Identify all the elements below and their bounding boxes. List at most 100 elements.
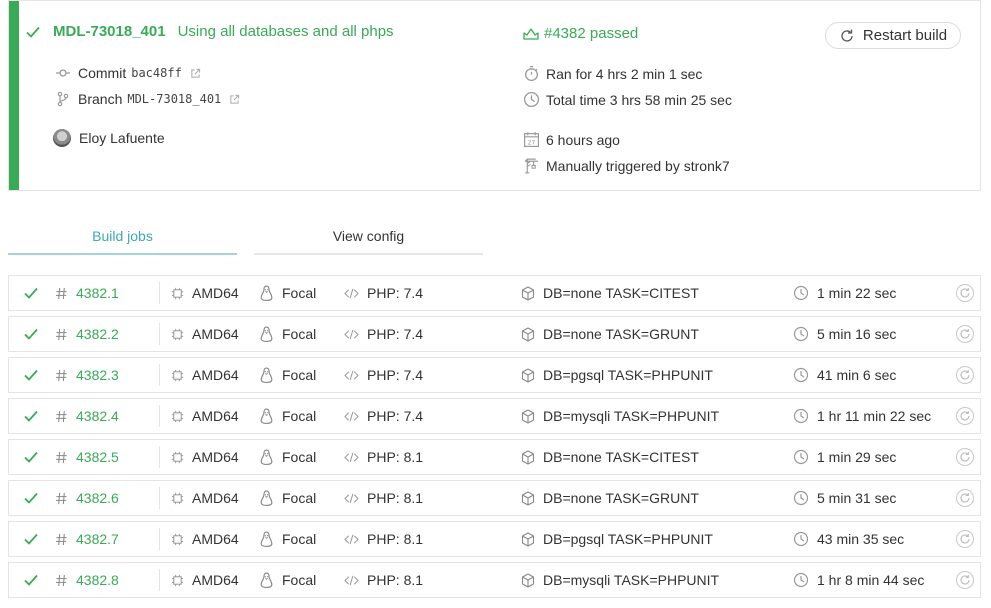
- tab-build-jobs[interactable]: Build jobs: [8, 226, 237, 255]
- job-env: DB=none TASK=CITEST: [521, 276, 699, 310]
- external-link-icon[interactable]: [229, 94, 240, 105]
- job-row[interactable]: 4382.1 AMD64 Focal PHP: 7.4 DB=none TASK…: [8, 275, 981, 311]
- cpu-icon: [171, 574, 184, 587]
- job-row[interactable]: 4382.3 AMD64 Focal PHP: 7.4 DB=pgsql TAS…: [8, 357, 981, 393]
- check-icon: [23, 317, 39, 351]
- job-duration-text: 43 min 35 sec: [817, 531, 905, 547]
- job-os: Focal: [259, 399, 316, 433]
- tab-view-config[interactable]: View config: [254, 226, 483, 255]
- clock-icon: [793, 408, 809, 424]
- restart-job-icon[interactable]: [955, 522, 975, 556]
- job-number[interactable]: 4382.3: [55, 358, 119, 392]
- check-icon: [23, 276, 39, 310]
- column-divider: [159, 364, 160, 386]
- commit-message-link[interactable]: Using all databases and all phps: [178, 23, 394, 40]
- job-language-text: PHP: 7.4: [367, 326, 424, 342]
- build-status-link[interactable]: #4382 passed: [544, 25, 638, 42]
- check-icon: [23, 399, 39, 433]
- linux-tux-icon: [259, 284, 274, 302]
- job-language: PHP: 8.1: [344, 563, 423, 597]
- linux-tux-icon: [259, 325, 274, 343]
- total-time-row: Total time 3 hrs 58 min 25 sec: [523, 91, 732, 108]
- cpu-icon: [171, 328, 184, 341]
- job-os-text: Focal: [282, 285, 317, 301]
- code-icon: [344, 369, 359, 382]
- build-status: #4382 passed: [523, 25, 638, 42]
- external-link-icon[interactable]: [190, 68, 201, 79]
- restart-job-icon[interactable]: [955, 440, 975, 474]
- column-divider: [159, 528, 160, 550]
- restart-job-icon[interactable]: [955, 563, 975, 597]
- linux-tux-icon: [259, 571, 274, 589]
- restart-build-button[interactable]: Restart build: [825, 22, 961, 49]
- cpu-icon: [171, 410, 184, 423]
- job-env-text: DB=pgsql TASK=PHPUNIT: [543, 367, 713, 383]
- job-language-text: PHP: 8.1: [367, 531, 424, 547]
- job-duration: 5 min 16 sec: [793, 317, 896, 351]
- job-row[interactable]: 4382.7 AMD64 Focal PHP: 8.1 DB=pgsql TAS…: [8, 521, 981, 557]
- job-os: Focal: [259, 440, 316, 474]
- branch-link[interactable]: MDL-73018_401: [53, 23, 166, 40]
- job-duration: 5 min 31 sec: [793, 481, 896, 515]
- job-arch: AMD64: [171, 399, 239, 433]
- linux-tux-icon: [259, 366, 274, 384]
- job-language-text: PHP: 7.4: [367, 367, 424, 383]
- job-os-text: Focal: [282, 326, 317, 342]
- job-number[interactable]: 4382.4: [55, 399, 119, 433]
- column-divider: [159, 282, 160, 304]
- job-number[interactable]: 4382.8: [55, 563, 119, 597]
- job-number[interactable]: 4382.2: [55, 317, 119, 351]
- status-bar: [9, 1, 19, 190]
- column-divider: [159, 405, 160, 427]
- branch-icon: [55, 91, 71, 107]
- column-divider: [159, 569, 160, 591]
- finished-row: 27 6 hours ago: [523, 131, 620, 148]
- job-row[interactable]: 4382.4 AMD64 Focal PHP: 7.4 DB=mysqli TA…: [8, 398, 981, 434]
- hash-icon: [55, 328, 68, 341]
- job-row[interactable]: 4382.5 AMD64 Focal PHP: 8.1 DB=none TASK…: [8, 439, 981, 475]
- restart-job-icon[interactable]: [955, 399, 975, 433]
- job-row[interactable]: 4382.2 AMD64 Focal PHP: 7.4 DB=none TASK…: [8, 316, 981, 352]
- job-os-text: Focal: [282, 367, 317, 383]
- job-env: DB=mysqli TASK=PHPUNIT: [521, 563, 719, 597]
- clock-icon: [523, 91, 540, 108]
- job-os-text: Focal: [282, 449, 317, 465]
- job-language: PHP: 7.4: [344, 399, 423, 433]
- commit-label: Commit: [78, 65, 127, 81]
- job-os: Focal: [259, 358, 316, 392]
- check-icon: [23, 563, 39, 597]
- restart-build-label: Restart build: [862, 27, 948, 44]
- job-env-text: DB=pgsql TASK=PHPUNIT: [543, 531, 713, 547]
- job-number[interactable]: 4382.5: [55, 440, 119, 474]
- job-env: DB=none TASK=GRUNT: [521, 481, 699, 515]
- restart-job-icon[interactable]: [955, 481, 975, 515]
- job-env-text: DB=none TASK=GRUNT: [543, 490, 699, 506]
- build-title: MDL-73018_401 Using all databases and al…: [25, 23, 394, 40]
- job-number-text: 4382.1: [76, 285, 119, 301]
- job-number[interactable]: 4382.7: [55, 522, 119, 556]
- job-arch: AMD64: [171, 358, 239, 392]
- job-os-text: Focal: [282, 490, 317, 506]
- job-number[interactable]: 4382.1: [55, 276, 119, 310]
- restart-job-icon[interactable]: [955, 276, 975, 310]
- hash-icon: [55, 451, 68, 464]
- job-env-text: DB=none TASK=CITEST: [543, 449, 699, 465]
- job-number-text: 4382.7: [76, 531, 119, 547]
- job-row[interactable]: 4382.6 AMD64 Focal PHP: 8.1 DB=none TASK…: [8, 480, 981, 516]
- package-box-icon: [521, 531, 535, 547]
- restart-job-icon[interactable]: [955, 317, 975, 351]
- restart-icon: [839, 28, 855, 44]
- job-arch: AMD64: [171, 440, 239, 474]
- branch-ref-link[interactable]: MDL-73018_401: [127, 92, 221, 106]
- job-duration-text: 1 min 22 sec: [817, 285, 897, 301]
- job-row[interactable]: 4382.8 AMD64 Focal PHP: 8.1 DB=mysqli TA…: [8, 562, 981, 598]
- restart-job-icon[interactable]: [955, 358, 975, 392]
- commit-sha-link[interactable]: bac48ff: [131, 66, 182, 80]
- job-number[interactable]: 4382.6: [55, 481, 119, 515]
- job-duration-text: 1 min 29 sec: [817, 449, 897, 465]
- job-env: DB=pgsql TASK=PHPUNIT: [521, 358, 713, 392]
- cpu-icon: [171, 369, 184, 382]
- column-divider: [159, 323, 160, 345]
- job-env-text: DB=mysqli TASK=PHPUNIT: [543, 408, 720, 424]
- job-arch-text: AMD64: [192, 449, 239, 465]
